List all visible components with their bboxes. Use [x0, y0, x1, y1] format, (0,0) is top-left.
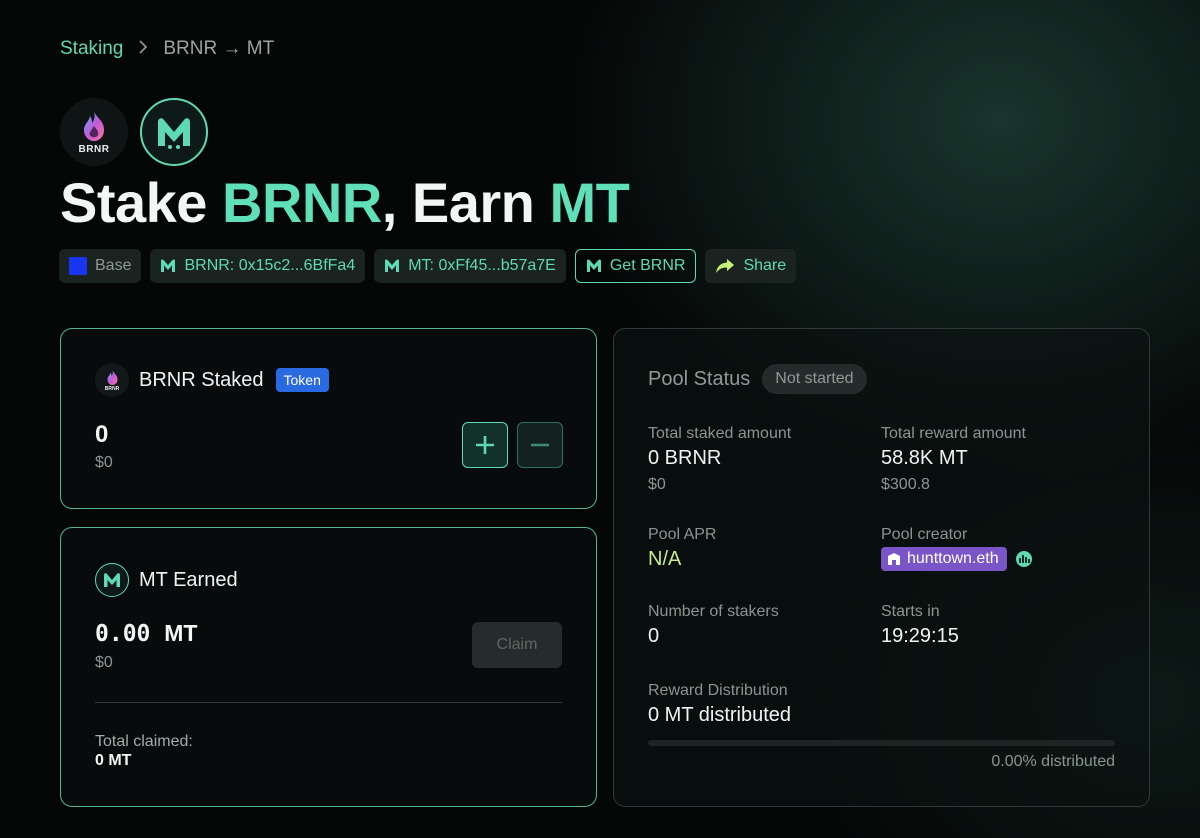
- title-prefix: Stake: [60, 171, 222, 234]
- earned-card-header: MT Earned: [95, 563, 238, 597]
- pool-apr-label: Pool APR: [648, 526, 717, 543]
- reward-contract-tag[interactable]: MT: 0xFf45...b57a7E: [374, 249, 566, 283]
- mint-club-icon: [385, 259, 400, 272]
- pool-creator-label: Pool creator: [881, 526, 968, 543]
- title-mid: Earn: [396, 171, 550, 234]
- token-tags: Base BRNR: 0x15c2...6BfFa4 MT: 0xFf45...…: [59, 249, 797, 283]
- pool-apr-stat: Pool APR N/A: [648, 526, 716, 571]
- stake-plus-button[interactable]: [462, 422, 508, 468]
- earned-amount-value: 0.00: [95, 621, 151, 647]
- minus-icon: [531, 443, 549, 447]
- staked-usd-value: $0: [95, 454, 113, 471]
- staked-title: BRNR Staked: [139, 368, 264, 391]
- creator-badge-icon[interactable]: [1015, 550, 1033, 568]
- pool-creator-stat: Pool creator hunttown.eth: [881, 526, 1033, 571]
- network-label: Base: [95, 257, 132, 274]
- pool-creator-link[interactable]: hunttown.eth: [881, 547, 1007, 571]
- pool-status-title: Pool Status: [648, 367, 751, 390]
- share-arrow-icon: [716, 259, 735, 273]
- title-stake-token: BRNR: [222, 171, 382, 234]
- earned-amount: 0.00 MT: [95, 620, 197, 647]
- stake-contract-label: BRNR: 0x15c2...6BfFa4: [184, 257, 356, 274]
- mt-logo: [140, 98, 208, 166]
- total-claimed-label: Total claimed:: [95, 733, 193, 750]
- distribution-percent: 0.00% distributed: [991, 753, 1115, 770]
- total-reward-usd: $300.8: [881, 476, 930, 493]
- brnr-mini-logo-text: BRNR: [104, 385, 120, 392]
- token-logos: BRNR: [60, 98, 208, 166]
- title-earn-token: MT: [549, 171, 630, 234]
- staked-card: BRNR BRNR Staked Token 0 $0: [60, 328, 597, 509]
- brnr-logo: BRNR: [60, 98, 128, 166]
- staked-amount: 0: [95, 421, 109, 448]
- staked-card-header: BRNR BRNR Staked Token: [95, 363, 329, 397]
- breadcrumb: Staking BRNR → MT: [60, 38, 274, 60]
- status-badge: Not started: [762, 364, 867, 394]
- mt-mini-logo: [95, 563, 129, 597]
- earned-card: MT Earned 0.00 MT $0 Claim Total claimed…: [60, 527, 597, 807]
- mint-club-icon: [586, 259, 601, 272]
- network-tag[interactable]: Base: [59, 249, 142, 283]
- mt-m-icon: [158, 118, 190, 149]
- pool-creator-row: hunttown.eth: [881, 547, 1033, 571]
- total-staked-value: 0 BRNR: [648, 447, 722, 469]
- starts-in-label: Starts in: [881, 603, 940, 620]
- stakers-label: Number of stakers: [648, 603, 779, 620]
- token-type-badge: Token: [275, 368, 329, 392]
- total-reward-value: 58.8K MT: [881, 447, 968, 469]
- chevron-right-icon: [137, 39, 149, 60]
- flame-icon: [107, 369, 117, 385]
- reward-distribution-stat: Reward Distribution 0 MT distributed: [648, 682, 791, 727]
- share-button[interactable]: Share: [705, 249, 797, 283]
- distribution-progress-bar: [648, 740, 1115, 746]
- total-reward-label: Total reward amount: [881, 425, 1026, 442]
- hunt-town-icon: [888, 553, 900, 565]
- title-separator: ,: [381, 171, 398, 234]
- stake-contract-tag[interactable]: BRNR: 0x15c2...6BfFa4: [150, 249, 366, 283]
- reward-contract-label: MT: 0xFf45...b57a7E: [408, 257, 556, 274]
- unstake-minus-button[interactable]: [517, 422, 563, 468]
- claim-button[interactable]: Claim: [472, 622, 562, 668]
- pool-status-header: Pool Status Not started: [648, 364, 867, 394]
- starts-in-countdown: 19:29:15: [881, 625, 959, 647]
- get-brnr-label: Get BRNR: [609, 257, 686, 274]
- mt-m-icon: [104, 573, 120, 587]
- earned-amount-unit: MT: [164, 620, 198, 646]
- reward-distribution-value: 0 MT distributed: [648, 704, 792, 726]
- stakers-value: 0: [648, 625, 660, 647]
- breadcrumb-current: BRNR → MT: [163, 38, 275, 59]
- total-staked-usd: $0: [648, 476, 666, 493]
- earned-divider: [95, 702, 562, 703]
- base-network-icon: [69, 257, 87, 275]
- pool-creator-name: hunttown.eth: [907, 550, 999, 567]
- brnr-logo-text: BRNR: [78, 144, 110, 155]
- earned-usd-value: $0: [95, 654, 113, 671]
- pool-status-card: Pool Status Not started Total staked amo…: [613, 328, 1150, 807]
- mint-club-icon: [161, 259, 176, 272]
- stakers-stat: Number of stakers 0: [648, 603, 779, 648]
- total-staked-label: Total staked amount: [648, 425, 792, 442]
- share-label: Share: [743, 257, 787, 274]
- starts-in-stat: Starts in 19:29:15: [881, 603, 959, 648]
- total-reward-stat: Total reward amount 58.8K MT $300.8: [881, 425, 1026, 494]
- get-brnr-button[interactable]: Get BRNR: [574, 249, 697, 283]
- flame-icon: [84, 111, 104, 141]
- earned-title: MT Earned: [139, 568, 238, 591]
- breadcrumb-staking-link[interactable]: Staking: [60, 38, 123, 60]
- brnr-mini-logo: BRNR: [95, 363, 129, 397]
- total-staked-stat: Total staked amount 0 BRNR $0: [648, 425, 791, 494]
- reward-distribution-label: Reward Distribution: [648, 682, 788, 699]
- total-claimed-value: 0 MT: [95, 752, 132, 769]
- pool-apr-value: N/A: [648, 548, 682, 570]
- page-title: Stake BRNR, Earn MT: [60, 170, 630, 235]
- plus-icon: [476, 436, 494, 454]
